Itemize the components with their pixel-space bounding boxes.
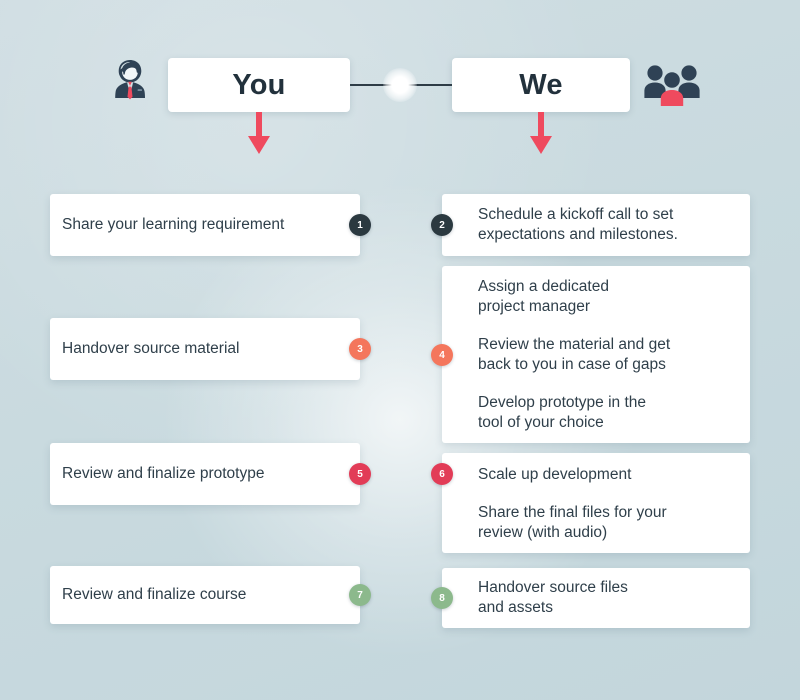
step-badge-2: 2 — [431, 214, 453, 236]
step-card-5[interactable]: Review and finalize prototype 5 — [50, 443, 371, 505]
step-text-5: Review and finalize prototype — [62, 465, 265, 482]
step-badge-3: 3 — [349, 338, 371, 360]
step-text-1: Share your learning requirement — [62, 216, 285, 233]
step-paragraph-8-1: Handover source files and assets — [478, 579, 628, 616]
header-title-we: We — [519, 68, 563, 101]
step-badge-4: 4 — [431, 344, 453, 366]
step-text-3: Handover source material — [62, 340, 240, 357]
step-card-3[interactable]: Handover source material 3 — [50, 318, 371, 380]
step-card-7[interactable]: Review and finalize course 7 — [50, 566, 371, 624]
step-paragraph-4-2: Review the material and get back to you … — [478, 335, 671, 373]
step-badge-1: 1 — [349, 214, 371, 236]
header-card-we: We — [452, 58, 630, 112]
step-card-1[interactable]: Share your learning requirement 1 — [50, 194, 371, 256]
header-title-you: You — [232, 68, 286, 101]
step-badge-7: 7 — [349, 584, 371, 606]
step-text-7: Review and finalize course — [62, 586, 247, 603]
header-card-you: You — [168, 58, 350, 112]
businessman-icon — [106, 56, 154, 109]
step-paragraph-4-3: Develop prototype in the tool of your ch… — [478, 393, 647, 431]
step-badge-5: 5 — [349, 463, 371, 485]
step-paragraph-6-1: Scale up development — [478, 466, 632, 483]
step-card-8[interactable]: Handover source files and assets 8 — [431, 568, 750, 628]
flow-arrow-you — [247, 112, 271, 156]
step-badge-6: 6 — [431, 463, 453, 485]
step-paragraph-6-2: Share the final files for your review (w… — [478, 504, 667, 541]
step-paragraph-2-1: Schedule a kickoff call to set expectati… — [478, 206, 678, 243]
step-card-2[interactable]: Schedule a kickoff call to set expectati… — [431, 194, 750, 256]
process-flow-diagram: You We Share your learning requirement 1 — [0, 0, 800, 700]
step-card-4[interactable]: Assign a dedicated project manager Revie… — [431, 266, 750, 443]
team-group-icon — [641, 62, 703, 111]
step-badge-8: 8 — [431, 587, 453, 609]
step-paragraph-4-1: Assign a dedicated project manager — [478, 277, 609, 315]
step-card-6[interactable]: Scale up development Share the final fil… — [431, 453, 750, 553]
flow-arrow-we — [529, 112, 553, 156]
header-connector-node — [383, 68, 417, 102]
